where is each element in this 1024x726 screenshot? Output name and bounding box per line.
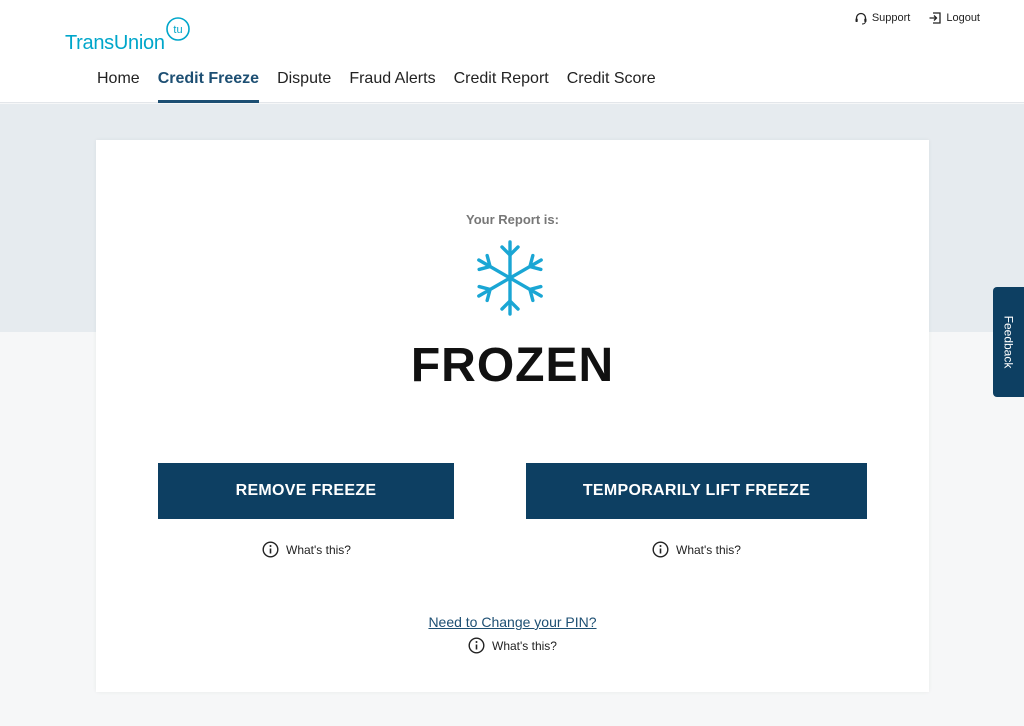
info-icon bbox=[262, 541, 279, 558]
nav-credit-report[interactable]: Credit Report bbox=[454, 70, 549, 103]
nav-fraud-alerts[interactable]: Fraud Alerts bbox=[349, 70, 435, 103]
feedback-label: Feedback bbox=[1001, 315, 1016, 369]
report-label: Your Report is: bbox=[466, 212, 559, 227]
header: TransUnion tu Support Logout Home Credit… bbox=[0, 0, 1024, 103]
change-pin-link[interactable]: Need to Change your PIN? bbox=[96, 614, 929, 630]
freeze-status: FROZEN bbox=[410, 339, 615, 392]
nav-dispute[interactable]: Dispute bbox=[277, 70, 331, 103]
feedback-tab[interactable]: Feedback bbox=[993, 287, 1024, 397]
nav-credit-freeze[interactable]: Credit Freeze bbox=[157, 70, 260, 103]
whats-this-label: What's this? bbox=[286, 542, 351, 557]
freeze-status-card: Your Report is: FROZEN REMOVE FREEZE TEM… bbox=[96, 140, 929, 692]
info-icon bbox=[652, 541, 669, 558]
support-label: Support bbox=[871, 12, 911, 24]
logo-text: TransUnion bbox=[65, 32, 165, 54]
nav-home[interactable]: Home bbox=[97, 70, 140, 103]
remove-freeze-info-link[interactable]: What's this? bbox=[262, 541, 351, 558]
transunion-logo[interactable]: TransUnion tu bbox=[65, 16, 205, 56]
headset-icon bbox=[855, 12, 867, 25]
lift-freeze-button[interactable]: TEMPORARILY LIFT FREEZE bbox=[526, 463, 867, 519]
whats-this-label: What's this? bbox=[492, 638, 557, 653]
logout-label: Logout bbox=[946, 12, 980, 24]
whats-this-label: What's this? bbox=[676, 542, 741, 557]
change-pin-info-link[interactable]: What's this? bbox=[468, 637, 557, 654]
logout-icon bbox=[929, 12, 941, 24]
remove-freeze-button[interactable]: REMOVE FREEZE bbox=[158, 463, 454, 519]
snowflake-icon bbox=[477, 240, 543, 316]
logout-link[interactable]: Logout bbox=[928, 11, 980, 25]
nav-credit-score[interactable]: Credit Score bbox=[567, 70, 656, 103]
support-link[interactable]: Support bbox=[854, 11, 911, 25]
lift-freeze-info-link[interactable]: What's this? bbox=[652, 541, 741, 558]
info-icon bbox=[468, 637, 485, 654]
top-links: Support Logout bbox=[854, 11, 980, 25]
svg-text:tu: tu bbox=[173, 24, 182, 36]
tu-logo-icon: tu bbox=[166, 17, 190, 41]
main-nav: Home Credit Freeze Dispute Fraud Alerts … bbox=[97, 70, 674, 103]
